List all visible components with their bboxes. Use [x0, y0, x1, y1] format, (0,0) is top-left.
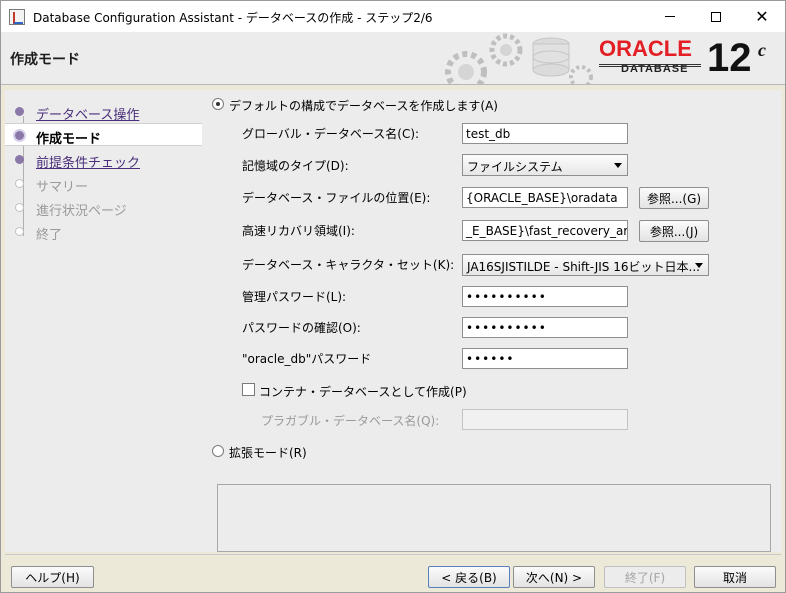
fast-recovery-area-label: 高速リカバリ領域(I):	[242, 224, 355, 238]
close-button[interactable]: ✕	[739, 1, 785, 32]
admin-password-input[interactable]: ••••••••••	[462, 286, 628, 307]
version-number: 12	[707, 36, 752, 80]
global-db-name-label: グローバル・データベース名(C):	[242, 127, 420, 141]
creation-mode-panel: デフォルトの構成でデータベースを作成します(A) グローバル・データベース名(C…	[202, 90, 782, 552]
version-suffix: c	[758, 40, 766, 60]
storage-type-select[interactable]: ファイルシステム	[462, 154, 628, 176]
sidebar-item-creation-mode[interactable]: 作成モード	[5, 123, 202, 147]
window-title: Database Configuration Assistant - データベー…	[33, 11, 433, 25]
back-button[interactable]: < 戻る(B)	[428, 566, 510, 588]
sidebar-item-database-operation[interactable]: データベース操作	[5, 100, 202, 123]
browse-db-location-button[interactable]: 参照...(G)	[639, 187, 709, 209]
finish-button[interactable]: 終了(F)	[604, 566, 686, 588]
step-done-icon	[15, 107, 24, 116]
minimize-button[interactable]	[647, 1, 693, 32]
title-bar: Database Configuration Assistant - データベー…	[1, 1, 785, 32]
page-title: 作成モード	[10, 52, 80, 68]
minimize-icon	[665, 16, 675, 17]
step-pending-icon	[15, 227, 24, 236]
sidebar-item-label: 作成モード	[36, 132, 102, 147]
step-pending-icon	[15, 203, 24, 212]
fast-recovery-area-input[interactable]: _E_BASE}\fast_recovery_area	[462, 220, 628, 241]
storage-type-label: 記憶域のタイプ(D):	[242, 159, 349, 173]
container-db-label[interactable]: コンテナ・データベースとして作成(P)	[259, 383, 467, 400]
sidebar-item-label: 進行状況ページ	[36, 204, 127, 219]
sidebar-item-label: サマリー	[36, 180, 89, 195]
help-button[interactable]: ヘルプ(H)	[11, 566, 94, 588]
sidebar-item-finish: 終了	[5, 220, 202, 243]
maximize-icon	[711, 11, 721, 22]
confirm-password-label: パスワードの確認(O):	[242, 321, 361, 335]
pluggable-db-name-label: プラガブル・データベース名(Q):	[261, 414, 440, 428]
sidebar-item-summary: サマリー	[5, 172, 202, 195]
chevron-down-icon	[695, 263, 703, 268]
storage-type-value: ファイルシステム	[467, 160, 563, 174]
global-db-name-input[interactable]: test_db	[462, 123, 628, 144]
oracle-db-password-input[interactable]: ••••••	[462, 348, 628, 369]
advanced-mode-label[interactable]: 拡張モード(R)	[229, 444, 307, 461]
footer-divider	[5, 554, 781, 555]
step-header: 作成モード ORACLE DATABASE 12 c	[1, 32, 785, 85]
db-file-location-input[interactable]: {ORACLE_BASE}\oradata	[462, 187, 628, 208]
java-app-icon	[9, 9, 25, 25]
gears-decoration-icon	[445, 33, 593, 84]
oracle-wordmark: ORACLE	[599, 36, 692, 61]
confirm-password-input[interactable]: ••••••••••	[462, 317, 628, 338]
cancel-button[interactable]: 取消	[694, 566, 776, 588]
sidebar-item-label[interactable]: 前提条件チェック	[36, 152, 140, 171]
oracle-logo: ORACLE DATABASE	[599, 36, 692, 76]
oracle-db-password-label: "oracle_db"パスワード	[242, 352, 372, 366]
oracle-logo-rule	[599, 64, 701, 67]
close-icon: ✕	[755, 6, 769, 26]
browse-fra-button[interactable]: 参照...(J)	[639, 220, 709, 242]
maximize-button[interactable]	[693, 1, 739, 32]
advanced-mode-radio[interactable]	[212, 445, 224, 457]
container-db-checkbox[interactable]	[242, 383, 255, 396]
steps-sidebar: データベース操作 作成モード 前提条件チェック サマリー 進行状況ページ 終了	[5, 90, 202, 552]
sidebar-item-label[interactable]: データベース操作	[36, 104, 139, 123]
default-config-label[interactable]: デフォルトの構成でデータベースを作成します(A)	[229, 97, 498, 114]
next-button[interactable]: 次へ(N) >	[513, 566, 595, 588]
chevron-down-icon	[614, 163, 622, 168]
message-area	[217, 484, 771, 552]
pluggable-db-name-input[interactable]	[462, 409, 628, 430]
sidebar-item-progress-page: 進行状況ページ	[5, 196, 202, 219]
db-file-location-label: データベース・ファイルの位置(E):	[242, 191, 431, 205]
charset-value: JA16SJISTILDE - Shift-JIS 16ビット日本...	[467, 260, 700, 274]
default-config-radio[interactable]	[212, 98, 224, 110]
sidebar-item-label: 終了	[36, 228, 63, 243]
step-pending-icon	[15, 179, 24, 188]
charset-label: データベース・キャラクタ・セット(K):	[242, 258, 455, 272]
dbca-window: Database Configuration Assistant - データベー…	[0, 0, 786, 593]
step-done-icon	[15, 155, 24, 164]
charset-select[interactable]: JA16SJISTILDE - Shift-JIS 16ビット日本...	[462, 254, 709, 276]
sidebar-item-prerequisite-checks[interactable]: 前提条件チェック	[5, 148, 202, 171]
admin-password-label: 管理パスワード(L):	[242, 290, 347, 304]
step-current-icon	[15, 131, 24, 140]
